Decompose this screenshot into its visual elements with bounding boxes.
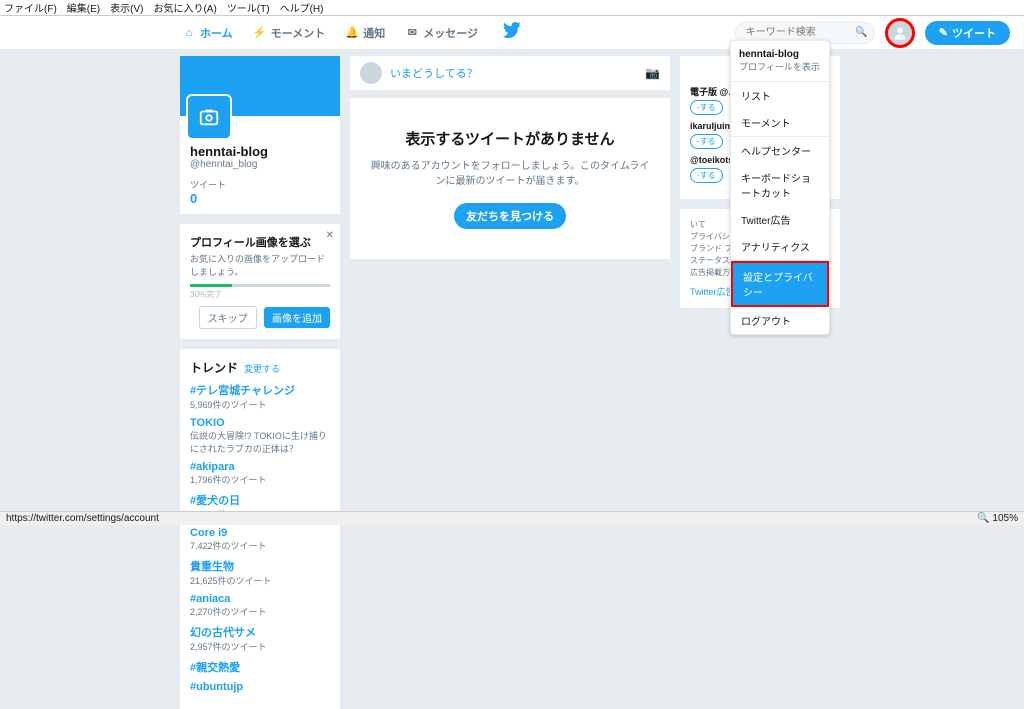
menubar-fav[interactable]: お気に入り(A) [153,0,216,15]
find-friends-button[interactable]: 友だちを見つける [454,203,566,229]
trends-card: トレンド 変更する #テレ宮城チャレンジ5,969件のツイート TOKIO伝説の大… [180,349,340,709]
camera-icon[interactable]: 📷 [645,66,660,80]
dropdown-ads[interactable]: Twitter広告 [731,206,829,233]
dropdown-logout[interactable]: ログアウト [731,307,829,334]
menubar-edit[interactable]: 編集(E) [67,0,100,15]
envelope-icon: ✉ [405,26,419,40]
compose-icon: ✎ [939,26,948,39]
close-icon[interactable]: ✕ [326,230,334,241]
dropdown-help[interactable]: ヘルプセンター [731,137,829,164]
dropdown-settings-privacy[interactable]: 設定とプライバシー [731,261,829,307]
bell-icon: 🔔 [345,26,359,40]
empty-timeline: 表示するツイートがありません 興味のあるアカウントをフォローしましょう。このタイ… [350,98,670,259]
trend-item[interactable]: #親交熱愛 [190,659,330,675]
tweets-count[interactable]: 0 [190,191,330,206]
nav-messages[interactable]: ✉メッセージ [405,25,478,41]
browser-menubar: ファイル(F) 編集(E) 表示(V) お気に入り(A) ツール(T) ヘルプ(… [0,0,1024,16]
profile-card: henntai-blog @henntai_blog ツイート 0 [180,56,340,214]
menubar-view[interactable]: 表示(V) [110,0,143,15]
nav-moments[interactable]: ⚡モーメント [253,25,326,41]
top-nav: ⌂ホーム ⚡モーメント 🔔通知 ✉メッセージ 🔍 ✎ツイート [0,16,1024,50]
profile-header-image [180,56,340,116]
trends-title: トレンド [190,359,238,376]
trend-item[interactable]: TOKIO伝説の大冒険!? TOKIOに生け捕りにされたラブカの正体は？ [190,417,330,455]
browser-statusbar: https://twitter.com/settings/account 🔍 1… [0,511,1024,525]
compose-box[interactable]: いまどうしてる？ 📷 [350,56,670,90]
dropdown-lists[interactable]: リスト [731,82,829,109]
dropdown-analytics[interactable]: アナリティクス [731,233,829,260]
compose-placeholder[interactable]: いまどうしてる？ [390,65,645,81]
nav-home[interactable]: ⌂ホーム [182,25,233,41]
menubar-help[interactable]: ヘルプ(H) [280,0,324,15]
progress-bar [190,284,330,287]
trend-item[interactable]: #ubuntujp [190,681,330,693]
trend-item[interactable]: 貴重生物21,625件のツイート [190,558,330,587]
bolt-icon: ⚡ [253,26,267,40]
upload-card: ✕ プロフィール画像を選ぶ お気に入りの画像をアップロードしましょう。 30%完… [180,224,340,339]
trend-item[interactable]: #aniaca2,270件のツイート [190,593,330,618]
skip-button[interactable]: スキップ [199,306,257,329]
home-icon: ⌂ [182,26,196,40]
dropdown-view-profile[interactable]: プロフィールを表示 [739,60,821,73]
dropdown-name[interactable]: henntai-blog [739,49,821,60]
profile-avatar-large[interactable] [186,94,232,140]
trend-item[interactable]: #テレ宮城チャレンジ5,969件のツイート [190,382,330,411]
progress-text: 30%完了 [190,289,330,300]
search-icon[interactable]: 🔍 [855,27,867,38]
upload-subtitle: お気に入りの画像をアップロードしましょう。 [190,252,330,278]
tweet-button[interactable]: ✎ツイート [925,21,1010,45]
upload-title: プロフィール画像を選ぶ [190,234,330,250]
menubar-file[interactable]: ファイル(F) [4,0,57,15]
dropdown-moments[interactable]: モーメント [731,109,829,136]
dropdown-shortcuts[interactable]: キーボードショートカット [731,164,829,206]
compose-avatar [360,62,382,84]
status-zoom: 🔍 105% [977,513,1018,524]
add-image-button[interactable]: 画像を追加 [264,307,330,328]
profile-avatar-button[interactable] [885,18,915,48]
trend-item[interactable]: Core i97,422件のツイート [190,527,330,552]
trend-item[interactable]: 幻の古代サメ2,957件のツイート [190,624,330,653]
profile-name[interactable]: henntai-blog [190,144,330,159]
status-url: https://twitter.com/settings/account [6,513,159,524]
profile-handle[interactable]: @henntai_blog [190,159,330,170]
twitter-bird-icon [503,22,521,43]
trend-item[interactable]: #akipara1,796件のツイート [190,461,330,486]
profile-dropdown: henntai-blog プロフィールを表示 リスト モーメント ヘルプセンター… [730,40,830,335]
nav-notifications[interactable]: 🔔通知 [345,25,385,41]
trends-change-link[interactable]: 変更する [244,362,280,375]
empty-subtitle: 興味のあるアカウントをフォローしましょう。このタイムラインに最新のツイートが届き… [370,157,650,187]
tweets-label: ツイート [190,178,330,191]
menubar-tools[interactable]: ツール(T) [227,0,270,15]
empty-title: 表示するツイートがありません [370,128,650,149]
